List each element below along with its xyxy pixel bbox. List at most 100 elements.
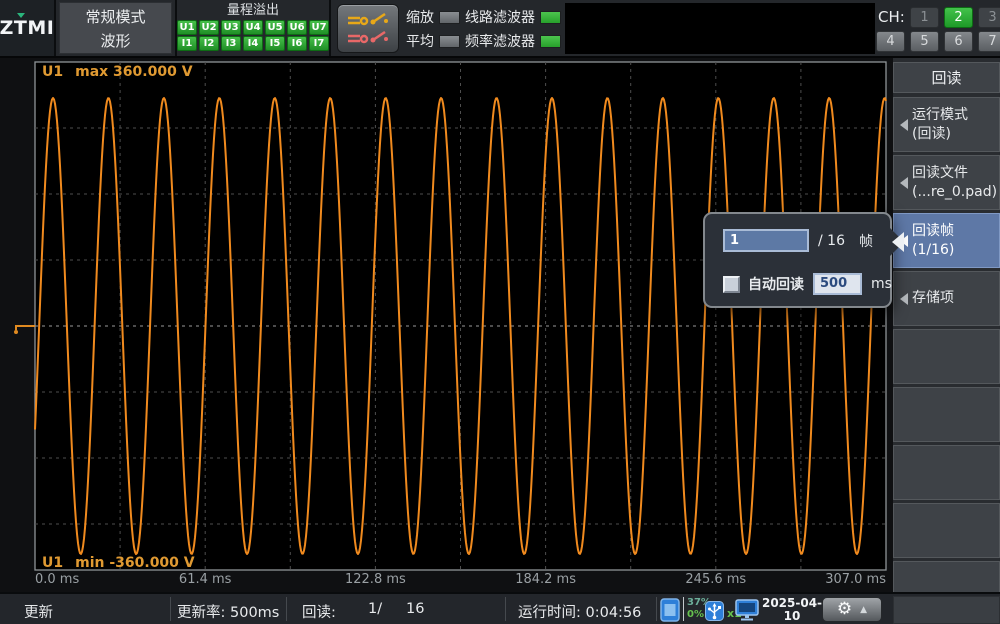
auto-readback-checkbox[interactable] bbox=[723, 276, 740, 293]
channel-button-1[interactable]: 1 bbox=[910, 7, 939, 28]
line-filter-indicator[interactable] bbox=[540, 11, 561, 24]
time-tick-label: 61.4 ms bbox=[179, 572, 232, 587]
channel-button-7[interactable]: 7 bbox=[978, 31, 1000, 52]
wiring-icon bbox=[343, 9, 393, 49]
sidebar-item-label: 回读帧(1/16) bbox=[912, 222, 954, 260]
chevron-left-icon bbox=[900, 293, 908, 305]
overflow-badge-i4: I4 bbox=[243, 36, 263, 51]
sidebar-item-4[interactable]: 存储项 bbox=[893, 271, 1000, 326]
logo-accent-icon bbox=[17, 13, 25, 18]
zoom-indicator[interactable] bbox=[439, 11, 460, 24]
overflow-badge-i1: I1 bbox=[177, 36, 197, 51]
overflow-badge-u2: U2 bbox=[199, 20, 219, 35]
wiring-mode-button[interactable] bbox=[337, 4, 399, 53]
overflow-badge-i7: I7 bbox=[309, 36, 329, 51]
zoom-label: 缩放 bbox=[406, 7, 434, 27]
sidebar-item-line2: (1/16) bbox=[912, 241, 954, 260]
sidebar-item-line2: (...re_0.pad) bbox=[912, 183, 997, 202]
interval-unit-label: ms bbox=[871, 276, 892, 292]
trace-min-label: U1min -360.000 V bbox=[42, 555, 195, 571]
waveform-display: U1max 360.000 V U1min -360.000 V 0.0 ms 6… bbox=[0, 58, 893, 592]
overflow-badge-u1: U1 bbox=[177, 20, 197, 35]
menu-title: 回读 bbox=[893, 62, 1000, 93]
right-menu: 回读 运行模式(回读) 回读文件(...re_0.pad) 回读帧(1/16) 存储项 bbox=[893, 58, 1000, 592]
sidebar-empty-slot bbox=[893, 387, 1000, 442]
sidebar-item-label: 回读文件(...re_0.pad) bbox=[912, 164, 997, 202]
top-bar: ZTMI 常规模式 波形 量程溢出 U1U2U3U4U5U6U7 I1I2I3I… bbox=[0, 0, 1000, 58]
sidebar-empty-slot bbox=[893, 561, 1000, 592]
update-rate: 更新率: 500ms bbox=[177, 601, 279, 622]
filter-panel: 缩放 线路滤波器 平均 频率滤波器 bbox=[406, 0, 564, 56]
sidebar-item-line1: 回读帧 bbox=[912, 222, 954, 241]
chevron-left-icon bbox=[900, 119, 908, 131]
separator bbox=[656, 597, 657, 621]
overflow-u-row: U1U2U3U4U5U6U7 bbox=[177, 20, 329, 35]
caret-up-icon: ▲ bbox=[860, 605, 867, 615]
overflow-i-row: I1I2I3I4I5I6I7 bbox=[177, 36, 329, 51]
overflow-badge-u6: U6 bbox=[287, 20, 307, 35]
separator bbox=[170, 597, 171, 621]
sidebar-empty-slot bbox=[893, 503, 1000, 558]
sidebar-empty-slot bbox=[893, 329, 1000, 384]
separator bbox=[505, 597, 506, 621]
range-overflow-title: 量程溢出 bbox=[177, 2, 329, 19]
chevron-left-icon bbox=[900, 177, 908, 189]
statusbar-right-panel bbox=[893, 596, 1000, 624]
line-filter-label: 线路滤波器 bbox=[465, 7, 535, 27]
frame-total-label: / 16 bbox=[818, 233, 845, 249]
logo-box: ZTMI bbox=[0, 0, 56, 56]
sidebar-item-line2: (回读) bbox=[912, 125, 968, 144]
trace-max-label: U1max 360.000 V bbox=[42, 64, 193, 80]
mode-line1: 常规模式 bbox=[85, 6, 145, 27]
overflow-badge-i3: I3 bbox=[221, 36, 241, 51]
usb-icon bbox=[705, 601, 724, 621]
update-status: 更新 bbox=[24, 601, 53, 622]
overflow-badge-u4: U4 bbox=[243, 20, 263, 35]
time-tick-label: 122.8 ms bbox=[345, 572, 406, 587]
channel-button-6[interactable]: 6 bbox=[944, 31, 973, 52]
freq-filter-label: 频率滤波器 bbox=[465, 31, 535, 51]
channel-label: CH: bbox=[878, 8, 908, 26]
time-tick-label: 0.0 ms bbox=[35, 572, 79, 587]
overflow-badge-u3: U3 bbox=[221, 20, 241, 35]
sidebar-item-line1: 存储项 bbox=[912, 289, 954, 308]
separator bbox=[286, 597, 287, 621]
brand-logo: ZTMI bbox=[0, 17, 54, 39]
readback-frame-popup: 1 / 16 帧 自动回读 500 ms bbox=[703, 212, 892, 308]
frame-unit-label: 帧 bbox=[859, 231, 873, 251]
popup-arrow-icon bbox=[892, 232, 904, 252]
sidebar-item-3[interactable]: 回读帧(1/16) bbox=[893, 213, 1000, 268]
gear-icon: ⚙ bbox=[837, 601, 852, 618]
channel-selector: CH: 123 4567 bbox=[876, 0, 1000, 56]
overflow-badge-u5: U5 bbox=[265, 20, 285, 35]
zero-reference-icon bbox=[10, 317, 36, 335]
time-tick-label: 184.2 ms bbox=[515, 572, 576, 587]
status-bar: 更新 更新率: 500ms 回读: 1/ 16 运行时间: 0:04:56 37… bbox=[0, 592, 1000, 624]
overflow-badge-u7: U7 bbox=[309, 20, 329, 35]
sidebar-item-1[interactable]: 运行模式(回读) bbox=[893, 97, 1000, 152]
network-monitor-icon bbox=[735, 599, 759, 621]
freq-filter-indicator[interactable] bbox=[540, 35, 561, 48]
range-overflow-box: 量程溢出 U1U2U3U4U5U6U7 I1I2I3I4I5I6I7 bbox=[175, 0, 331, 56]
sidebar-item-label: 存储项 bbox=[912, 289, 954, 308]
channel-button-3[interactable]: 3 bbox=[978, 7, 1000, 28]
channel-button-4[interactable]: 4 bbox=[876, 31, 905, 52]
readback-label: 回读: bbox=[302, 601, 336, 622]
sidebar-item-line1: 回读文件 bbox=[912, 164, 997, 183]
mode-line2: 波形 bbox=[100, 30, 130, 51]
sidebar-item-line1: 运行模式 bbox=[912, 106, 968, 125]
frame-number-input[interactable]: 1 bbox=[723, 229, 809, 252]
interval-input[interactable]: 500 bbox=[813, 273, 862, 295]
channel-button-5[interactable]: 5 bbox=[910, 31, 939, 52]
overflow-badge-i2: I2 bbox=[199, 36, 219, 51]
settings-button[interactable]: ⚙ ▲ bbox=[822, 597, 882, 622]
sidebar-item-2[interactable]: 回读文件(...re_0.pad) bbox=[893, 155, 1000, 210]
readback-total: 16 bbox=[406, 601, 424, 617]
channel-button-2[interactable]: 2 bbox=[944, 7, 973, 28]
auto-readback-label: 自动回读 bbox=[748, 274, 804, 294]
waveform-chart bbox=[30, 58, 890, 592]
avg-indicator[interactable] bbox=[439, 35, 460, 48]
storage-icon bbox=[660, 598, 680, 622]
overflow-badge-i5: I5 bbox=[265, 36, 285, 51]
readback-current: 1/ bbox=[368, 601, 382, 617]
